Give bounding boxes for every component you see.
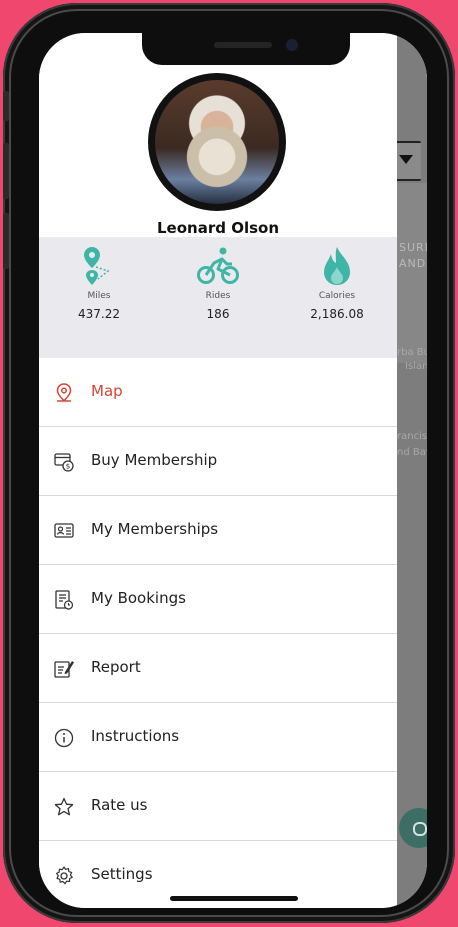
home-indicator[interactable] [170, 896, 298, 901]
map-land [397, 183, 427, 363]
menu-item-instructions[interactable]: Instructions [39, 703, 397, 772]
front-camera [286, 39, 298, 51]
svg-text:$: $ [66, 463, 70, 471]
stat-value: 186 [206, 307, 230, 321]
menu-item-label: Report [91, 658, 141, 676]
stat-rides: Rides 186 [158, 237, 278, 321]
user-name: Leonard Olson [157, 219, 279, 237]
menu-item-label: Rate us [91, 796, 148, 814]
menu-item-my-memberships[interactable]: My Memberships [39, 496, 397, 565]
stats-panel: Miles 437.22 Rides 186 Calories 2,186.08 [39, 237, 397, 358]
bookings-doc-icon [55, 590, 74, 610]
menu-item-buy-membership[interactable]: $ Buy Membership [39, 427, 397, 496]
navigation-drawer: Leonard Olson Miles 437.22 Rides 186 Cal… [39, 33, 397, 908]
report-edit-icon [54, 661, 74, 678]
speaker-grille [214, 42, 272, 48]
menu-item-label: Settings [91, 865, 153, 883]
stat-value: 437.22 [78, 307, 120, 321]
route-pin-icon [84, 247, 110, 285]
menu-item-label: Instructions [91, 727, 180, 745]
map-label: AND [399, 257, 427, 270]
phone-volume-up [3, 143, 9, 199]
membership-card-icon: $ [54, 453, 74, 472]
phone-notch [142, 33, 350, 65]
map-label: rba Bu [397, 347, 427, 358]
menu-item-label: My Memberships [91, 520, 219, 538]
stat-value: 2,186.08 [310, 307, 364, 321]
flame-icon [324, 247, 350, 285]
avatar[interactable] [148, 73, 286, 211]
menu-item-my-bookings[interactable]: My Bookings [39, 565, 397, 634]
phone-mute-switch [3, 91, 9, 121]
drawer-menu: Map $ Buy Membership My Memberships My B… [39, 358, 397, 908]
map-label: rancis [397, 431, 427, 442]
menu-item-label: Map [91, 382, 123, 400]
map-background[interactable]: SURE AND rba Bu Island rancis nd Bay [397, 33, 427, 908]
map-label: Island [405, 361, 427, 372]
menu-item-report[interactable]: Report [39, 634, 397, 703]
map-pin-icon [56, 383, 72, 402]
map-label: SURE [399, 241, 427, 254]
menu-item-label: Buy Membership [91, 451, 218, 469]
stat-label: Rides [205, 291, 231, 301]
stat-miles: Miles 437.22 [39, 237, 159, 321]
id-card-icon [54, 523, 74, 538]
stat-label: Calories [318, 291, 356, 301]
star-icon [54, 797, 74, 816]
phone-volume-down [3, 213, 9, 269]
stat-label: Miles [87, 291, 111, 301]
bicycle-icon [197, 247, 239, 284]
stat-calories: Calories 2,186.08 [277, 237, 397, 321]
avatar-photo [155, 80, 279, 204]
info-icon [54, 728, 74, 748]
screen: SURE AND rba Bu Island rancis nd Bay Leo… [39, 33, 427, 908]
gear-icon [56, 866, 73, 885]
phone-frame: SURE AND rba Bu Island rancis nd Bay Leo… [3, 3, 455, 923]
menu-item-rate-us[interactable]: Rate us [39, 772, 397, 841]
menu-item-map[interactable]: Map [39, 358, 397, 427]
map-label: nd Bay [397, 447, 427, 458]
chevron-down-icon [399, 155, 413, 164]
menu-item-label: My Bookings [91, 589, 186, 607]
locate-icon [413, 822, 427, 836]
